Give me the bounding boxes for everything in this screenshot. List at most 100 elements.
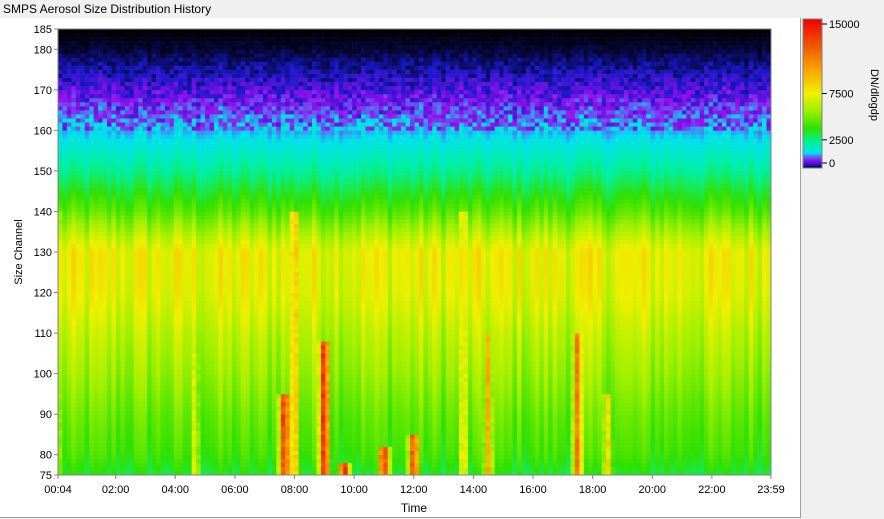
heatmap-cell [58, 341, 63, 346]
heatmap-cell [191, 402, 197, 407]
heatmap-cell [196, 138, 201, 143]
heatmap-cell [187, 438, 192, 443]
heatmap-cell [120, 106, 126, 111]
heatmap-cell [200, 126, 206, 131]
heatmap-cell [240, 195, 246, 200]
heatmap-cell [196, 312, 201, 318]
heatmap-cell [196, 442, 201, 447]
heatmap-cell [160, 393, 166, 399]
heatmap-cell [124, 219, 130, 224]
heatmap-cell [147, 57, 152, 62]
heatmap-cell [213, 223, 219, 228]
heatmap-cell [89, 312, 94, 318]
heatmap-cell [227, 33, 233, 38]
heatmap-cell [102, 446, 108, 451]
heatmap-cell [196, 393, 201, 399]
heatmap-cell [245, 235, 250, 241]
heatmap-cell [209, 369, 215, 374]
heatmap-cell [249, 414, 255, 419]
heatmap-cell [98, 329, 103, 334]
heatmap-cell [200, 227, 206, 233]
heatmap-cell [196, 410, 201, 415]
heatmap-cell [107, 239, 112, 245]
heatmap-cell [236, 316, 242, 322]
heatmap-cell [205, 410, 210, 415]
heatmap-cell [169, 61, 175, 66]
heatmap-cell [66, 110, 72, 115]
heatmap-cell [111, 223, 117, 228]
heatmap-cell [80, 122, 86, 127]
heatmap-cell [209, 373, 215, 378]
heatmap-cell [133, 41, 139, 46]
heatmap-cell [240, 365, 246, 370]
heatmap-cell [178, 300, 184, 305]
heatmap-cell [107, 57, 112, 62]
heatmap-cell [209, 324, 215, 330]
heatmap-cell [142, 41, 148, 46]
heatmap-cell [120, 304, 126, 310]
heatmap-cell [62, 122, 68, 127]
heatmap-cell [84, 458, 90, 464]
heatmap-cell [222, 369, 228, 374]
heatmap-cell [89, 150, 94, 155]
heatmap-cell [209, 85, 215, 91]
heatmap-cell [62, 118, 68, 123]
heatmap-cell [178, 304, 184, 310]
heatmap-cell [231, 45, 237, 50]
heatmap-cell [240, 300, 246, 305]
heatmap-cell [222, 126, 228, 131]
heatmap-cell [254, 341, 259, 346]
heatmap-cell [254, 337, 259, 342]
heatmap-cell [160, 252, 166, 257]
heatmap-cell [236, 458, 242, 464]
heatmap-cell [222, 316, 228, 322]
heatmap-cell [133, 446, 139, 451]
heatmap-cell [80, 345, 86, 350]
heatmap-cell [169, 377, 175, 383]
heatmap-area[interactable] [58, 29, 771, 475]
heatmap-cell [129, 81, 135, 87]
heatmap-cell [169, 183, 175, 188]
heatmap-cell [71, 438, 77, 443]
heatmap-cell [66, 397, 72, 403]
heatmap-cell [213, 215, 219, 220]
heatmap-cell [218, 130, 224, 135]
heatmap-cell [249, 426, 255, 431]
heatmap-cell [115, 53, 121, 58]
heatmap-cell [147, 418, 152, 423]
heatmap-cell [209, 365, 215, 370]
heatmap-cell [205, 235, 210, 241]
heatmap-cell [209, 219, 215, 224]
heatmap-cell [115, 296, 121, 301]
heatmap-cell [93, 223, 99, 228]
heatmap-cell [111, 170, 117, 176]
heatmap-cell [120, 203, 126, 208]
heatmap-cell [75, 458, 81, 464]
heatmap-cell [62, 280, 68, 285]
heatmap-cell [147, 110, 152, 115]
heatmap-cell [111, 442, 117, 447]
heatmap-cell [138, 73, 143, 78]
heatmap-cell [124, 252, 130, 257]
heatmap-cell [58, 446, 63, 451]
heatmap-cell [75, 179, 81, 184]
heatmap-cell [80, 365, 86, 370]
heatmap-cell [164, 369, 170, 374]
heatmap-cell [187, 101, 192, 107]
heatmap-cell [231, 243, 237, 249]
heatmap-cell [129, 414, 135, 419]
heatmap-cell [62, 85, 68, 91]
heatmap-cell [240, 219, 246, 224]
heatmap-cell [227, 219, 233, 224]
heatmap-cell [89, 260, 94, 265]
heatmap-cell [93, 337, 99, 342]
heatmap-cell [120, 154, 126, 160]
heatmap-cell [129, 170, 135, 176]
heatmap-cell [160, 191, 166, 196]
heatmap-cell [178, 211, 184, 216]
heatmap-cell [178, 296, 184, 301]
heatmap-cell [138, 29, 143, 34]
heatmap-cell [75, 446, 81, 451]
heatmap-cell [147, 114, 152, 119]
heatmap-cell [111, 438, 117, 443]
